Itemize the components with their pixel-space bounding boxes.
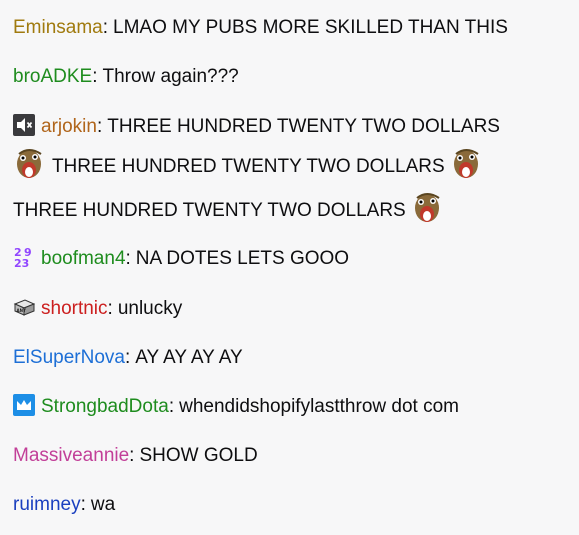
message-text: whendidshopifylastthrow dot com: [179, 396, 459, 417]
year-2023-badge-icon[interactable]: 2 9 23: [13, 246, 35, 268]
snake-face-emote[interactable]: [13, 148, 47, 182]
svg-text:ANY: ANY: [17, 308, 26, 313]
message-text: THREE HUNDRED TWENTY TWO DOLLARS: [13, 200, 406, 221]
message-text: SHOW GOLD: [139, 445, 258, 466]
username[interactable]: Massiveannie: [13, 445, 129, 466]
message-text: LMAO MY PUBS MORE SKILLED THAN THIS: [113, 17, 508, 38]
message-text: AY AY AY AY: [135, 347, 243, 368]
chat-message: ElSuperNova: AY AY AY AY: [13, 345, 573, 371]
username[interactable]: shortnic: [41, 298, 108, 319]
chat-message: ANY shortnic: unlucky: [13, 296, 573, 322]
separator: :: [92, 66, 98, 87]
message-text: unlucky: [117, 298, 183, 319]
snake-face-emote[interactable]: [450, 148, 484, 182]
separator: :: [80, 494, 86, 515]
message-text: THREE HUNDRED TWENTY TWO DOLLARS: [51, 156, 445, 177]
separator: :: [124, 347, 131, 368]
chat-message: StrongbadDota: whendidshopifylastthrow do…: [13, 394, 573, 420]
username[interactable]: arjokin: [41, 116, 97, 137]
separator: :: [168, 396, 175, 417]
username[interactable]: ElSuperNova: [13, 347, 125, 368]
any-key-icon[interactable]: ANY: [13, 296, 35, 318]
message-text: NA DOTES LETS GOOO: [135, 248, 350, 269]
chat-message: arjokin: THREE HUNDRED TWENTY TWO DOLLARS…: [13, 114, 573, 224]
chat-message: Massiveannie: SHOW GOLD: [13, 443, 573, 469]
separator: :: [96, 116, 103, 137]
separator: :: [102, 17, 109, 38]
username[interactable]: StrongbadDota: [41, 396, 169, 417]
username[interactable]: ruimney: [13, 494, 81, 515]
chat-message: 2 9 23 boofman4: NA DOTES LETS GOOO: [13, 246, 573, 272]
chat-message: ruimney: wa: [13, 492, 573, 518]
separator: :: [125, 248, 131, 269]
message-text: wa: [90, 494, 116, 515]
snake-face-emote[interactable]: [411, 192, 445, 226]
separator: :: [107, 298, 113, 319]
svg-text:23: 23: [14, 257, 29, 268]
message-text: THREE HUNDRED TWENTY TWO DOLLARS: [107, 116, 500, 137]
chat-message-list: Eminsama: LMAO MY PUBS MORE SKILLED THAN …: [0, 0, 579, 535]
chat-message: broADKE: Throw again???: [13, 64, 573, 90]
username[interactable]: broADKE: [13, 66, 92, 87]
username[interactable]: boofman4: [41, 248, 126, 269]
message-text: Throw again???: [102, 66, 239, 87]
username[interactable]: Eminsama: [13, 17, 103, 38]
chat-message: Eminsama: LMAO MY PUBS MORE SKILLED THAN …: [13, 15, 573, 41]
muted-speaker-icon[interactable]: [13, 114, 35, 136]
separator: :: [129, 445, 135, 466]
crown-subscriber-icon[interactable]: [13, 394, 35, 416]
